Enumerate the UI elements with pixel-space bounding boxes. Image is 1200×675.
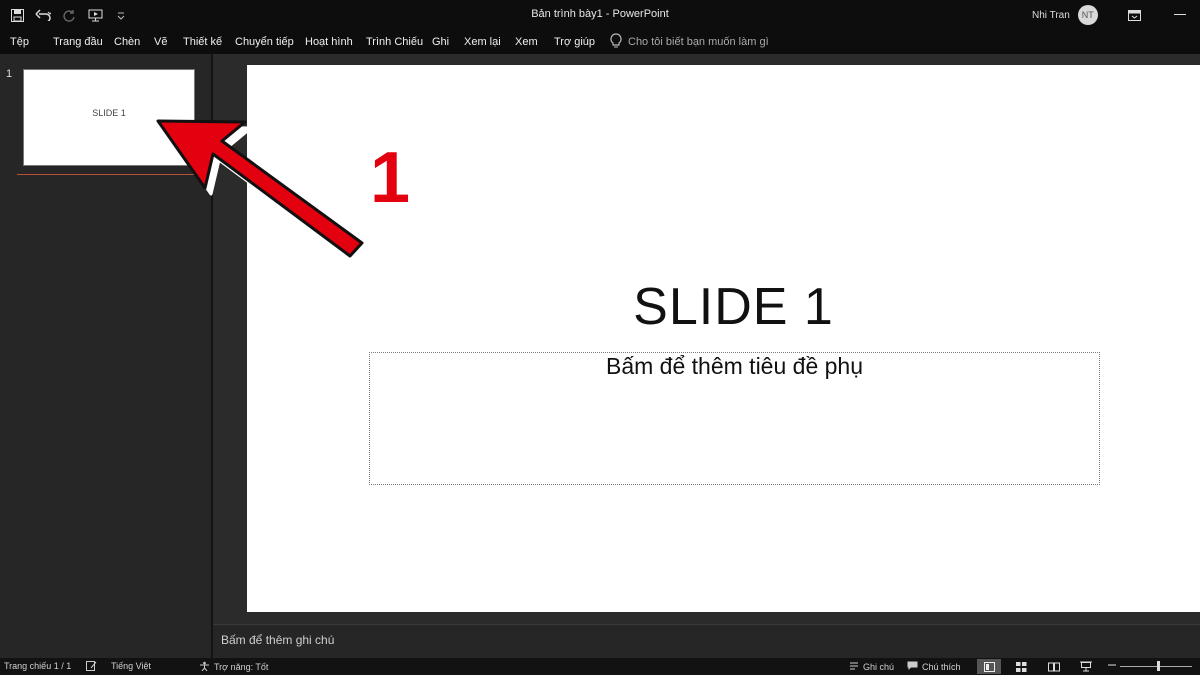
tell-me-search[interactable]: Cho tôi biết bạn muốn làm gì: [610, 33, 769, 51]
window-title: Bản trình bày1 - PowerPoint: [531, 8, 669, 20]
tab-file[interactable]: Tệp: [10, 36, 29, 48]
tab-view[interactable]: Xem: [515, 36, 538, 48]
tab-transitions[interactable]: Chuyển tiếp: [235, 36, 294, 48]
ribbon-tabs: Tệp Trang đầu Chèn Vẽ Thiết kế Chuyển ti…: [0, 30, 1200, 54]
comments-toggle[interactable]: Chú thích: [907, 661, 961, 673]
tab-help[interactable]: Trợ giúp: [554, 36, 595, 48]
tab-insert[interactable]: Chèn: [114, 36, 140, 48]
notes-toggle[interactable]: Ghi chú: [849, 661, 894, 673]
spell-check-icon[interactable]: [86, 661, 97, 671]
normal-view-icon[interactable]: [977, 659, 1001, 674]
slide-counter: Trang chiếu 1 / 1: [4, 661, 72, 671]
annotation-arrow: [156, 119, 370, 260]
avatar[interactable]: NT: [1077, 5, 1098, 25]
comments-label: Chú thích: [922, 662, 961, 672]
subtitle-placeholder-text: Bấm để thêm tiêu đề phụ: [606, 353, 863, 379]
reading-view-icon[interactable]: [1042, 659, 1066, 674]
notes-icon: [849, 661, 859, 673]
tell-me-placeholder: Cho tôi biết bạn muốn làm gì: [628, 36, 769, 48]
zoom-slider-thumb[interactable]: [1157, 661, 1160, 671]
accessibility-label: Trợ năng: Tốt: [214, 662, 269, 672]
minimize-icon[interactable]: [1160, 0, 1200, 30]
title-bar: Bản trình bày1 - PowerPoint Nhi Tran NT: [0, 0, 1200, 30]
tab-review[interactable]: Xem lại: [464, 36, 501, 48]
comment-icon: [907, 661, 918, 673]
lightbulb-icon: [610, 33, 622, 51]
status-bar: Trang chiếu 1 / 1 Tiếng Việt Trợ năng: T…: [0, 658, 1200, 675]
user-account[interactable]: Nhi Tran NT: [1032, 5, 1098, 25]
subtitle-placeholder[interactable]: Bấm để thêm tiêu đề phụ: [369, 352, 1100, 485]
slide-thumbnail-number: 1: [6, 68, 13, 80]
slide-title[interactable]: SLIDE 1: [367, 277, 1100, 337]
accessibility-status[interactable]: Trợ năng: Tốt: [199, 661, 268, 673]
notes-label: Ghi chú: [863, 662, 895, 672]
zoom-slider[interactable]: [1120, 666, 1192, 667]
slideshow-view-icon[interactable]: [1074, 659, 1098, 674]
language-indicator[interactable]: Tiếng Việt: [111, 661, 151, 671]
tab-record[interactable]: Ghi: [432, 36, 449, 48]
notes-placeholder: Bấm để thêm ghi chú: [221, 633, 335, 647]
tab-animations[interactable]: Hoạt hình: [305, 36, 353, 48]
tab-slideshow[interactable]: Trình Chiếu: [366, 36, 423, 48]
tab-design[interactable]: Thiết kế: [183, 36, 222, 48]
ribbon-display-options-icon[interactable]: [1114, 0, 1154, 30]
notes-pane[interactable]: Bấm để thêm ghi chú: [213, 624, 1200, 658]
user-name: Nhi Tran: [1032, 9, 1070, 21]
annotation-step-number: 1: [370, 138, 411, 218]
slide-sorter-view-icon[interactable]: [1009, 659, 1033, 674]
tab-draw[interactable]: Vẽ: [154, 36, 167, 48]
accessibility-icon: [199, 661, 210, 673]
zoom-out-icon[interactable]: [1108, 660, 1116, 670]
tab-home[interactable]: Trang đầu: [53, 36, 103, 48]
